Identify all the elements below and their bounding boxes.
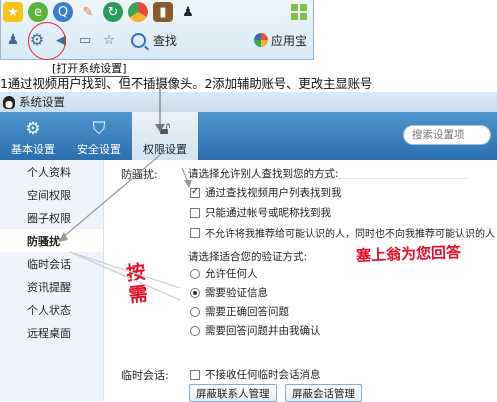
- checkbox[interactable]: [190, 207, 200, 218]
- sidebar-item-news-reminder[interactable]: 资讯提醒: [0, 275, 103, 298]
- find-button[interactable]: 查找: [131, 32, 177, 49]
- option-label: 通过查找视频用户列表找到我: [205, 187, 342, 199]
- gear-icon: ⚙: [25, 119, 41, 139]
- sidebar-item-temp-session[interactable]: 临时会话: [0, 252, 103, 275]
- divider: [188, 178, 468, 179]
- settings-sidebar: 个人资料 空间权限 圈子权限 防骚扰 临时会话 资讯提醒 个人状态 远程桌面: [0, 160, 104, 401]
- chrome-icon[interactable]: [128, 2, 148, 22]
- book-icon[interactable]: ▮: [153, 2, 173, 22]
- checkbox[interactable]: [190, 369, 200, 380]
- verify-option-correct-answer[interactable]: 需要正确回答问题: [190, 304, 289, 319]
- permission-content: 防骚扰: 请选择允许别人查找到您的方式: 通过查找视频用户列表找到我 只能通过帐…: [104, 160, 497, 401]
- browser-icon[interactable]: e: [28, 2, 48, 22]
- search-app-icon[interactable]: Q: [53, 2, 73, 22]
- as-needed-annotation: 按需: [125, 261, 149, 307]
- radio-button[interactable]: [190, 306, 200, 317]
- tab-label: 权限设置: [143, 143, 187, 156]
- shield-icon: ⛉: [92, 119, 106, 139]
- settings-body: 个人资料 空间权限 圈子权限 防骚扰 临时会话 资讯提醒 个人状态 远程桌面 防…: [0, 160, 497, 401]
- find-label: 查找: [153, 33, 178, 48]
- qq-penguin-icon[interactable]: ♟: [178, 2, 198, 22]
- settings-search-input[interactable]: [403, 125, 491, 145]
- sidebar-item-remote-desktop[interactable]: 远程桌面: [0, 321, 103, 344]
- unlock-icon: 🔓︎: [159, 119, 171, 139]
- verify-option-need-info[interactable]: 需要验证信息: [190, 285, 268, 300]
- tab-permission-settings[interactable]: 🔓︎ 权限设置: [132, 112, 198, 160]
- verify-method-question: 请选择适合您的验证方式:: [188, 251, 308, 263]
- app-store-button[interactable]: 应用宝: [253, 32, 307, 49]
- refresh-icon[interactable]: ↻: [103, 2, 123, 22]
- sidebar-item-circle-permission[interactable]: 圈子权限: [0, 206, 103, 229]
- app-grid-icon[interactable]: [291, 4, 307, 20]
- instruction-text: 1通过视频用户找到、但不插摄像头。2添加辅助账号、更改主显账号: [0, 76, 373, 91]
- option-label: 不接收任何临时会话消息: [205, 369, 321, 381]
- section-label-harassment: 防骚扰:: [121, 168, 158, 181]
- tab-label: 安全设置: [77, 143, 121, 156]
- settings-tab-bar: ⚙ 基本设置 ⛉ 安全设置 🔓︎ 权限设置: [0, 112, 497, 160]
- gear-highlight-circle: [28, 22, 66, 60]
- find-option-account-only[interactable]: 只能通过帐号或昵称找到我: [190, 205, 331, 220]
- sidebar-item-profile[interactable]: 个人资料: [0, 160, 103, 183]
- app-store-icon: [253, 33, 268, 47]
- message-box-icon[interactable]: ▭: [75, 30, 95, 50]
- option-label: 允许任何人: [205, 268, 258, 280]
- radio-button[interactable]: [190, 268, 200, 279]
- window-title: 系统设置: [19, 95, 65, 109]
- find-option-video-list[interactable]: 通过查找视频用户列表找到我: [190, 185, 342, 200]
- option-label: 需要回答问题并由我确认: [205, 325, 321, 337]
- tab-label: 基本设置: [11, 143, 55, 156]
- favorites-icon[interactable]: ☆: [99, 30, 119, 50]
- app-icon-row: ★ e Q ✎ ↻ ▮ ♟: [3, 2, 198, 24]
- magnifier-icon: [131, 32, 146, 48]
- option-label: 需要正确回答问题: [205, 306, 289, 318]
- sidebar-item-personal-status[interactable]: 个人状态: [0, 298, 103, 321]
- radio-button[interactable]: [190, 325, 200, 336]
- block-sessions-button[interactable]: 屏蔽会话管理: [285, 384, 362, 402]
- find-option-no-recommend[interactable]: 不允许将我推荐给可能认识的人，同时也不向我推荐可能认识的人: [190, 225, 495, 240]
- app-store-label: 应用宝: [270, 33, 307, 48]
- section-label-temp-session: 临时会话:: [121, 369, 169, 382]
- pencil-icon[interactable]: ✎: [78, 2, 98, 22]
- contacts-icon[interactable]: ♟: [3, 30, 23, 50]
- option-label: 需要验证信息: [205, 287, 268, 299]
- radio-button[interactable]: [190, 287, 200, 298]
- sidebar-item-space-permission[interactable]: 空间权限: [0, 183, 103, 206]
- checkbox[interactable]: [190, 227, 200, 238]
- qq-logo-icon: [3, 95, 15, 109]
- block-contacts-button[interactable]: 屏蔽联系人管理: [189, 384, 277, 402]
- window-titlebar: 系统设置: [0, 92, 497, 112]
- qzone-icon[interactable]: ★: [3, 2, 23, 22]
- checkbox[interactable]: [190, 186, 200, 198]
- sidebar-item-anti-harassment[interactable]: 防骚扰: [0, 229, 103, 252]
- answer-note-annotation: 塞上翁为您回答: [355, 243, 462, 265]
- option-label: 只能通过帐号或昵称找到我: [205, 207, 331, 219]
- verify-option-answer-confirm[interactable]: 需要回答问题并由我确认: [190, 323, 321, 338]
- temp-option-block-all[interactable]: 不接收任何临时会话消息: [190, 367, 321, 382]
- option-label: 不允许将我推荐给可能认识的人，同时也不向我推荐可能认识的人: [205, 229, 495, 240]
- verify-option-anyone[interactable]: 允许任何人: [190, 266, 258, 281]
- tab-security-settings[interactable]: ⛉ 安全设置: [66, 112, 132, 160]
- tab-basic-settings[interactable]: ⚙ 基本设置: [0, 112, 66, 160]
